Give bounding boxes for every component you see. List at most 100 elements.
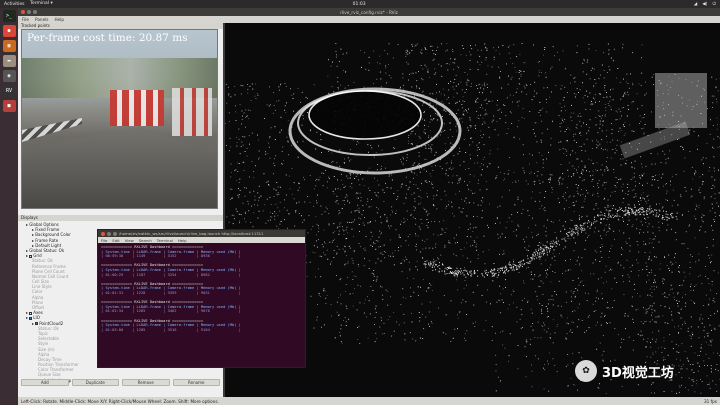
cloud-point — [460, 81, 462, 83]
cloud-point — [467, 112, 468, 114]
terminal-menu-terminal[interactable]: Terminal — [157, 238, 173, 243]
activities-button[interactable]: Activities — [4, 2, 25, 7]
cloud-point — [680, 146, 682, 147]
cloud-point — [368, 187, 369, 189]
terminal-menu-view[interactable]: View — [125, 238, 134, 243]
cloud-point — [464, 92, 466, 93]
rename-button[interactable]: Rename — [172, 379, 220, 386]
cloud-point — [508, 52, 510, 54]
cloud-point — [671, 314, 673, 316]
terminal-menu-search[interactable]: Search — [139, 238, 152, 243]
files-icon[interactable]: ▬ — [2, 55, 16, 67]
cloud-point — [664, 322, 666, 324]
cloud-point — [438, 307, 439, 309]
cloud-point — [540, 280, 542, 282]
display-checkbox[interactable] — [29, 316, 33, 320]
cloud-point — [412, 72, 414, 74]
terminal-menu-edit[interactable]: Edit — [112, 238, 119, 243]
terminal-close-icon[interactable] — [101, 231, 105, 236]
cloud-point — [623, 281, 624, 283]
cloud-point — [608, 49, 610, 51]
cloud-point — [333, 193, 335, 195]
cloud-point — [469, 174, 471, 175]
cloud-point — [478, 254, 479, 256]
display-checkbox[interactable] — [35, 322, 39, 326]
cloud-point — [538, 112, 540, 113]
cloud-point — [286, 102, 287, 104]
cloud-point — [618, 108, 620, 110]
cloud-point — [518, 120, 520, 122]
cloud-point — [568, 162, 570, 164]
cloud-point — [370, 231, 372, 233]
cloud-point — [301, 91, 303, 93]
power-icon[interactable]: ⏻ — [712, 1, 716, 7]
menu-help[interactable]: Help — [55, 17, 65, 22]
terminal-menu-help[interactable]: Help — [178, 238, 187, 243]
camera-icon[interactable]: ◉ — [2, 70, 16, 82]
cloud-point — [412, 163, 414, 165]
duplicate-button[interactable]: Duplicate — [71, 379, 119, 386]
terminal-minimize-icon[interactable] — [107, 231, 111, 236]
cloud-point — [705, 157, 707, 159]
cloud-point — [598, 93, 600, 95]
cloud-point — [542, 282, 544, 284]
cloud-point — [662, 206, 664, 208]
road-point — [513, 269, 515, 271]
cloud-point — [424, 129, 426, 130]
cloud-point — [685, 302, 687, 304]
road-point — [481, 273, 483, 275]
cloud-point — [555, 85, 557, 86]
cloud-point — [595, 259, 596, 261]
cloud-point — [543, 322, 545, 324]
remove-button[interactable]: Remove — [122, 379, 170, 386]
cloud-point — [381, 286, 383, 288]
cloud-point — [486, 301, 487, 303]
cloud-point — [376, 169, 378, 171]
chrome-icon[interactable]: ● — [2, 25, 16, 37]
cloud-point — [713, 138, 715, 140]
cloud-point — [595, 50, 597, 51]
app-icon[interactable]: ■ — [2, 100, 16, 112]
cloud-point — [564, 227, 566, 229]
cloud-point — [622, 190, 624, 192]
cloud-point — [276, 182, 278, 183]
image-viewer-icon[interactable]: ▦ — [2, 40, 16, 52]
cloud-point — [276, 193, 278, 195]
cloud-point — [468, 189, 470, 191]
volume-icon[interactable]: ◀) — [702, 2, 707, 7]
clock[interactable]: 01:03 — [353, 2, 366, 7]
add-button[interactable]: Add — [21, 379, 69, 386]
cloud-point — [351, 258, 353, 259]
cloud-point — [381, 319, 382, 321]
cloud-point — [695, 204, 697, 206]
display-checkbox[interactable] — [29, 311, 33, 315]
terminal-window[interactable]: /home/ziv/catkin_ws/src/rlive/launch/rli… — [97, 229, 306, 368]
terminal-icon[interactable]: >_ — [2, 10, 16, 22]
cloud-point — [695, 170, 696, 172]
cloud-point — [639, 229, 641, 231]
cloud-point — [459, 164, 461, 166]
cloud-point — [611, 191, 613, 193]
cloud-point — [425, 48, 426, 49]
cloud-point — [402, 296, 404, 298]
road-point — [536, 257, 538, 259]
terminal-menu-file[interactable]: File — [101, 238, 107, 243]
terminal-maximize-icon[interactable] — [113, 231, 117, 236]
cloud-point — [679, 386, 681, 388]
cloud-point — [400, 186, 402, 188]
cloud-point — [285, 112, 287, 113]
rviz-icon[interactable]: RV — [2, 85, 16, 97]
cloud-point — [475, 226, 477, 228]
cloud-point — [539, 200, 541, 202]
display-checkbox[interactable] — [29, 254, 33, 258]
menu-file[interactable]: File — [22, 17, 29, 22]
menu-panels[interactable]: Panels — [35, 17, 48, 22]
network-icon[interactable]: ◢ — [694, 2, 697, 7]
cloud-point — [589, 92, 591, 94]
app-menu[interactable]: Terminal ▾ — [30, 1, 53, 6]
cloud-point — [454, 79, 456, 80]
cloud-point — [474, 326, 476, 327]
launcher: >_ ● ▦ ▬ ◉ RV ■ — [0, 8, 18, 405]
terminal-output[interactable]: ============== RXLIVE Dashboard ========… — [98, 243, 305, 339]
cloud-point — [568, 269, 570, 270]
